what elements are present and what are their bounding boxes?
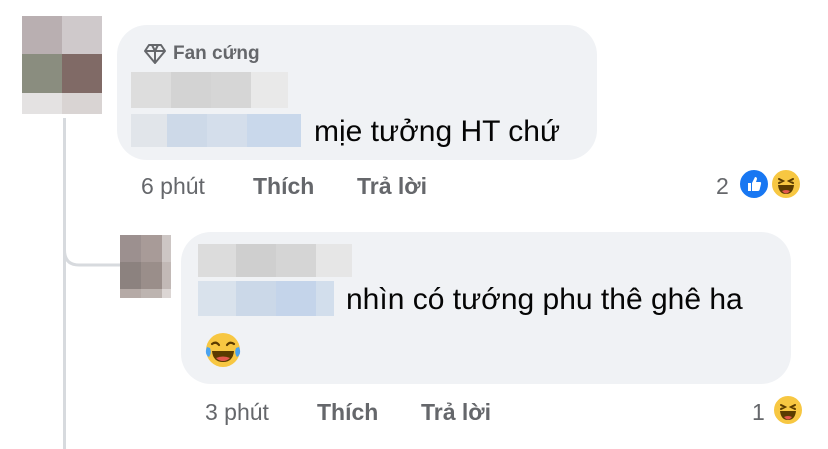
like-icon — [738, 168, 770, 200]
comment-timestamp[interactable]: 6 phút — [141, 173, 205, 200]
reply-reaction-count: 1 — [752, 399, 765, 425]
reply-reply-button[interactable]: Trả lời — [421, 399, 491, 426]
diamond-icon — [144, 44, 166, 64]
commenter-tag-blurred — [131, 114, 301, 147]
laughing-emoji — [203, 330, 243, 370]
reply-like-button[interactable]: Thích — [317, 399, 378, 426]
comment-text: mịe tưởng HT chứ — [314, 115, 561, 148]
commenter-avatar[interactable] — [22, 16, 102, 114]
thread-line — [63, 118, 66, 449]
comment-like-button[interactable]: Thích — [253, 173, 314, 200]
haha-icon — [772, 394, 804, 426]
reply-text: nhìn có tướng phu thê ghê ha — [346, 283, 743, 316]
haha-icon — [770, 168, 802, 200]
replier-tag-blurred — [198, 281, 334, 316]
reply-timestamp[interactable]: 3 phút — [205, 399, 269, 426]
comment-reaction-count: 2 — [716, 173, 729, 199]
comment-reactions[interactable]: 2 — [716, 166, 808, 202]
thread-connector — [63, 230, 121, 267]
comment-reply-button[interactable]: Trả lời — [357, 173, 427, 200]
top-fan-badge[interactable]: Fan cứng — [173, 43, 260, 65]
replier-avatar[interactable] — [120, 235, 171, 298]
replier-name-blurred[interactable] — [198, 244, 352, 277]
reply-reactions[interactable]: 1 — [752, 393, 810, 429]
commenter-name-blurred[interactable] — [131, 72, 288, 108]
